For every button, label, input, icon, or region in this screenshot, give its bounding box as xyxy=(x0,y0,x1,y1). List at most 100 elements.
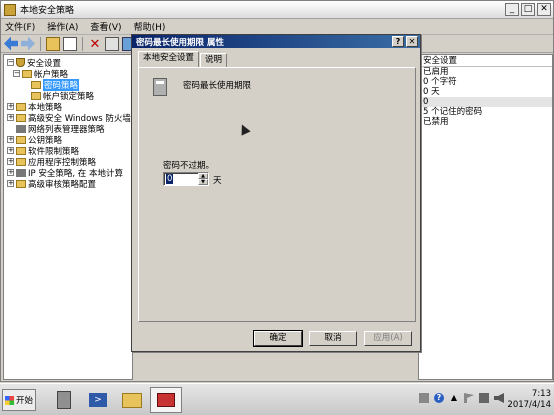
tab-explain[interactable]: 说明 xyxy=(200,53,228,67)
expand-icon[interactable]: + xyxy=(7,147,14,154)
close-button[interactable]: ✕ xyxy=(537,3,551,16)
tree-item-security-settings[interactable]: − 安全设置 xyxy=(7,57,61,69)
keyboard-icon[interactable] xyxy=(419,393,429,403)
mouse-cursor-icon xyxy=(237,122,251,136)
network-icon xyxy=(16,124,26,133)
start-button[interactable]: 开始 xyxy=(2,389,36,411)
tree-item-local-policies[interactable]: + 本地策略 xyxy=(7,101,62,113)
apply-button[interactable]: 应用(A) xyxy=(364,331,412,346)
back-icon[interactable] xyxy=(4,36,18,51)
tab-panel: 密码最长使用期限 密码不过期。 0 ▲ ▼ 天 xyxy=(138,67,416,322)
help-icon[interactable]: ? xyxy=(434,393,444,403)
expand-icon[interactable]: + xyxy=(7,158,14,165)
folder-icon xyxy=(16,113,26,122)
collapse-icon[interactable]: − xyxy=(13,70,20,77)
expand-icon[interactable]: + xyxy=(7,180,14,187)
expand-icon[interactable]: + xyxy=(7,169,14,176)
toolbar-separator xyxy=(40,36,41,51)
minimize-button[interactable]: _ xyxy=(505,3,519,16)
tree-item-password-policy[interactable]: 密码策略 xyxy=(31,78,80,91)
dialog-tabs: 本地安全设置 说明 xyxy=(138,51,228,67)
tree-item-app-control[interactable]: + 应用程序控制策略 xyxy=(7,156,96,168)
folder-icon xyxy=(16,135,26,144)
delete-icon[interactable]: ✕ xyxy=(88,37,102,51)
security-policy-icon xyxy=(4,3,16,16)
tree-item-network-list[interactable]: 网络列表管理器策略 xyxy=(16,123,105,135)
policy-server-icon xyxy=(153,78,167,96)
toolbar-separator xyxy=(82,36,83,51)
clock[interactable]: 7:13 2017/4/14 xyxy=(507,389,551,411)
dialog-help-button[interactable]: ? xyxy=(392,36,404,47)
days-unit-label: 天 xyxy=(213,176,222,186)
title-bar: 本地安全策略 _ □ ✕ xyxy=(1,1,553,19)
folder-icon xyxy=(16,179,26,188)
taskbar-explorer[interactable] xyxy=(116,387,148,413)
folder-icon xyxy=(31,80,41,89)
dialog-title-bar: 密码最长使用期限 属性 ? ✕ xyxy=(132,35,420,48)
forward-icon[interactable] xyxy=(21,36,35,51)
list-item[interactable]: 0 个字符 xyxy=(419,77,552,87)
maximize-button[interactable]: □ xyxy=(521,3,535,16)
clock-time: 7:13 xyxy=(531,389,551,399)
taskbar-server-manager[interactable] xyxy=(48,387,80,413)
tab-local-security-setting[interactable]: 本地安全设置 xyxy=(138,51,200,67)
never-expire-label: 密码不过期。 xyxy=(163,161,215,171)
properties-icon[interactable] xyxy=(105,36,119,51)
dialog-title: 密码最长使用期限 属性 xyxy=(136,37,224,48)
expand-icon[interactable]: + xyxy=(7,136,14,143)
tree-item-public-key[interactable]: + 公钥策略 xyxy=(7,134,62,146)
folder-icon xyxy=(16,146,26,155)
tray-arrow-icon[interactable]: ▲ xyxy=(449,393,459,403)
list-item[interactable]: 0 天 xyxy=(419,87,552,97)
network-icon[interactable] xyxy=(479,393,489,403)
tree-item-advanced-audit[interactable]: + 高级审核策略配置 xyxy=(7,178,96,190)
tree-item-software-restriction[interactable]: + 软件限制策略 xyxy=(7,145,79,157)
cancel-button[interactable]: 取消 xyxy=(309,331,357,346)
dialog-close-button[interactable]: ✕ xyxy=(406,36,418,47)
tree-item-ip-security[interactable]: + IP 安全策略, 在 本地计算 xyxy=(7,167,123,179)
tree-item-firewall[interactable]: + 高级安全 Windows 防火墙 xyxy=(7,112,131,124)
folder-icon xyxy=(31,91,41,100)
taskbar: 开始 > ? ▲ 7:13 2017/4/14 xyxy=(0,383,554,415)
taskbar-powershell[interactable]: > xyxy=(82,387,114,413)
list-item[interactable]: 5 个记住的密码 xyxy=(419,107,552,117)
days-value[interactable]: 0 xyxy=(166,174,174,184)
taskbar-local-security-policy[interactable] xyxy=(150,387,182,413)
system-tray: ? ▲ xyxy=(419,393,504,403)
clock-date: 2017/4/14 xyxy=(507,400,551,410)
volume-icon[interactable] xyxy=(494,393,504,403)
tree-item-account-policies[interactable]: − 帐户策略 xyxy=(13,68,68,80)
column-header-security-setting[interactable]: 安全设置 xyxy=(419,55,552,67)
list-item[interactable]: 已禁用 xyxy=(419,117,552,127)
folder-icon xyxy=(122,392,142,408)
policy-name: 密码最长使用期限 xyxy=(183,81,252,91)
toolbox-icon xyxy=(157,393,175,407)
window-title: 本地安全策略 xyxy=(20,6,75,16)
days-spinbox[interactable]: 0 ▲ ▼ xyxy=(163,172,209,186)
folder-icon xyxy=(22,69,32,78)
menu-action[interactable]: 操作(A) xyxy=(47,20,78,33)
show-tree-icon[interactable] xyxy=(63,36,77,51)
ip-security-icon xyxy=(16,168,26,177)
tree-item-account-lockout[interactable]: 帐户锁定策略 xyxy=(31,90,94,102)
spin-down-icon[interactable]: ▼ xyxy=(198,179,208,185)
menu-file[interactable]: 文件(F) xyxy=(5,20,35,33)
list-item[interactable]: 0 xyxy=(419,97,552,107)
windows-logo-icon xyxy=(5,395,14,405)
properties-dialog: 密码最长使用期限 属性 ? ✕ 本地安全设置 说明 密码最长使用期限 密码不过期… xyxy=(131,34,421,352)
action-center-flag-icon[interactable] xyxy=(464,393,474,403)
up-folder-icon[interactable] xyxy=(46,36,60,51)
tree-pane: − 安全设置 − 帐户策略 密码策略 帐户锁定策略 + 本地策略 + 高级安全 … xyxy=(3,54,133,380)
folder-icon xyxy=(16,102,26,111)
menu-bar: 文件(F) 操作(A) 查看(V) 帮助(H) xyxy=(1,19,553,35)
expand-icon[interactable]: + xyxy=(7,114,14,121)
list-item[interactable]: 已启用 xyxy=(419,67,552,77)
collapse-icon[interactable]: − xyxy=(7,59,14,66)
security-icon xyxy=(16,58,25,67)
menu-view[interactable]: 查看(V) xyxy=(90,20,121,33)
powershell-icon: > xyxy=(89,393,107,407)
expand-icon[interactable]: + xyxy=(7,103,14,110)
menu-help[interactable]: 帮助(H) xyxy=(134,20,166,33)
details-pane: 安全设置 已启用 0 个字符 0 天 0 5 个记住的密码 已禁用 xyxy=(418,54,553,380)
ok-button[interactable]: 确定 xyxy=(253,330,303,347)
